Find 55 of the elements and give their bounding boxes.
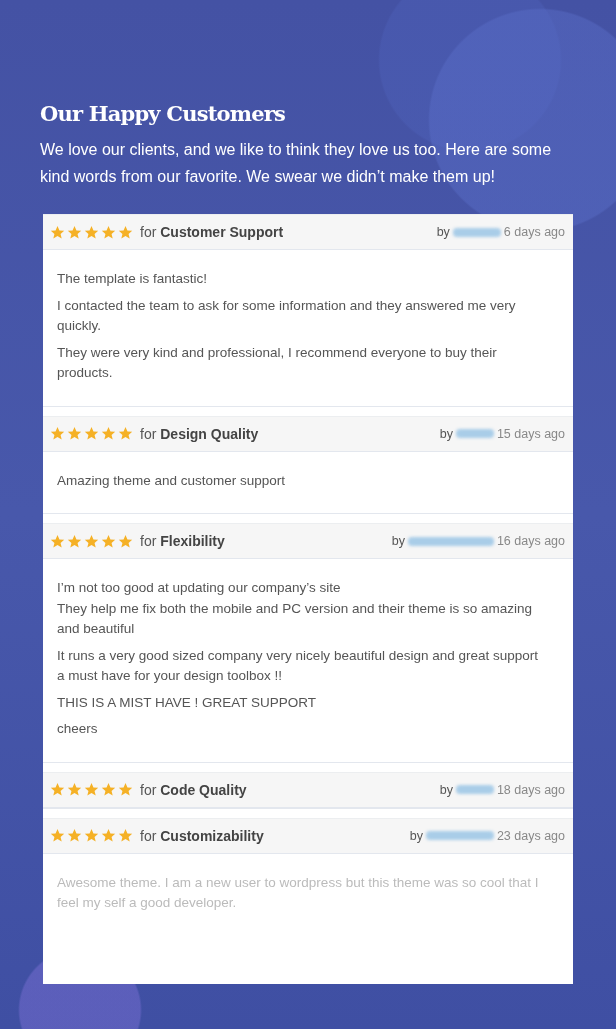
star-icon: [118, 224, 133, 240]
star-icon: [101, 782, 116, 797]
review-by-label: by: [391, 534, 405, 548]
review-text: I contacted the team to ask for some information and they answered me very quickly.: [57, 296, 517, 335]
review-by-label: by: [439, 782, 453, 797]
review-text: Awesome theme. I am a new user to wordpress but this theme was so cool that I feel my self a good developer.: [57, 873, 540, 912]
blurred-username: [452, 227, 501, 237]
review-category: for Customizability: [140, 827, 264, 844]
star-icon: [84, 782, 99, 797]
review-age: 15 days ago: [496, 426, 565, 441]
review-text: I’m not too good at updating our company’s site They help me fix both the mobile and PC version and their theme is so amazing and beautiful: [57, 579, 533, 638]
review-text: cheers: [57, 720, 99, 738]
review-age: 23 days ago: [496, 828, 565, 843]
blurred-username: [425, 831, 494, 840]
review-age: 16 days ago: [496, 534, 565, 548]
star-icon: [118, 828, 133, 843]
star-icon: [50, 782, 65, 797]
star-icon: [84, 533, 99, 549]
blurred-username: [455, 785, 494, 794]
star-icon: [101, 533, 116, 549]
review-by-label: by: [409, 828, 423, 843]
star-icon: [101, 426, 116, 441]
review-category: for Flexibility: [140, 533, 225, 549]
review-text: They were very kind and professional, I recommend everyone to buy their products.: [57, 343, 498, 382]
star-icon: [50, 224, 65, 240]
star-icon: [67, 426, 82, 441]
review-by-label: by: [439, 426, 453, 441]
review-category: for Design Quality: [140, 425, 259, 442]
star-icon: [50, 426, 65, 441]
star-icon: [101, 828, 116, 843]
star-icon: [118, 533, 133, 549]
star-icon: [101, 224, 116, 240]
review-category: for Code Quality: [140, 781, 247, 798]
star-icon: [67, 782, 82, 797]
star-icon: [118, 426, 133, 441]
star-icon: [84, 828, 99, 843]
review-text: Amazing theme and customer support: [57, 471, 287, 490]
review-text: It runs a very good sized company very nicely beautiful design and great support a must have for your design toolbox !!: [57, 646, 540, 685]
star-icon: [118, 782, 133, 797]
review-category: for Customer Support: [140, 224, 284, 240]
star-icon: [67, 533, 82, 549]
star-icon: [50, 533, 65, 549]
star-icon: [50, 828, 65, 843]
review-age: 6 days ago: [503, 225, 565, 239]
intro-text: We love our clients, and we like to think they love us too. Here are some kind words from our favorite. We swear we didn’t make them up!: [40, 140, 553, 187]
blurred-username: [455, 429, 494, 438]
review-age: 18 days ago: [496, 782, 565, 797]
star-icon: [67, 828, 82, 843]
star-icon: [84, 426, 99, 441]
star-icon: [84, 224, 99, 240]
review-by-label: by: [436, 225, 450, 239]
star-icon: [67, 224, 82, 240]
review-text: THIS IS A MIST HAVE ! GREAT SUPPORT: [57, 693, 318, 712]
review-text: The template is fantastic!: [57, 270, 209, 288]
section-heading: Our Happy Customers: [40, 101, 286, 126]
